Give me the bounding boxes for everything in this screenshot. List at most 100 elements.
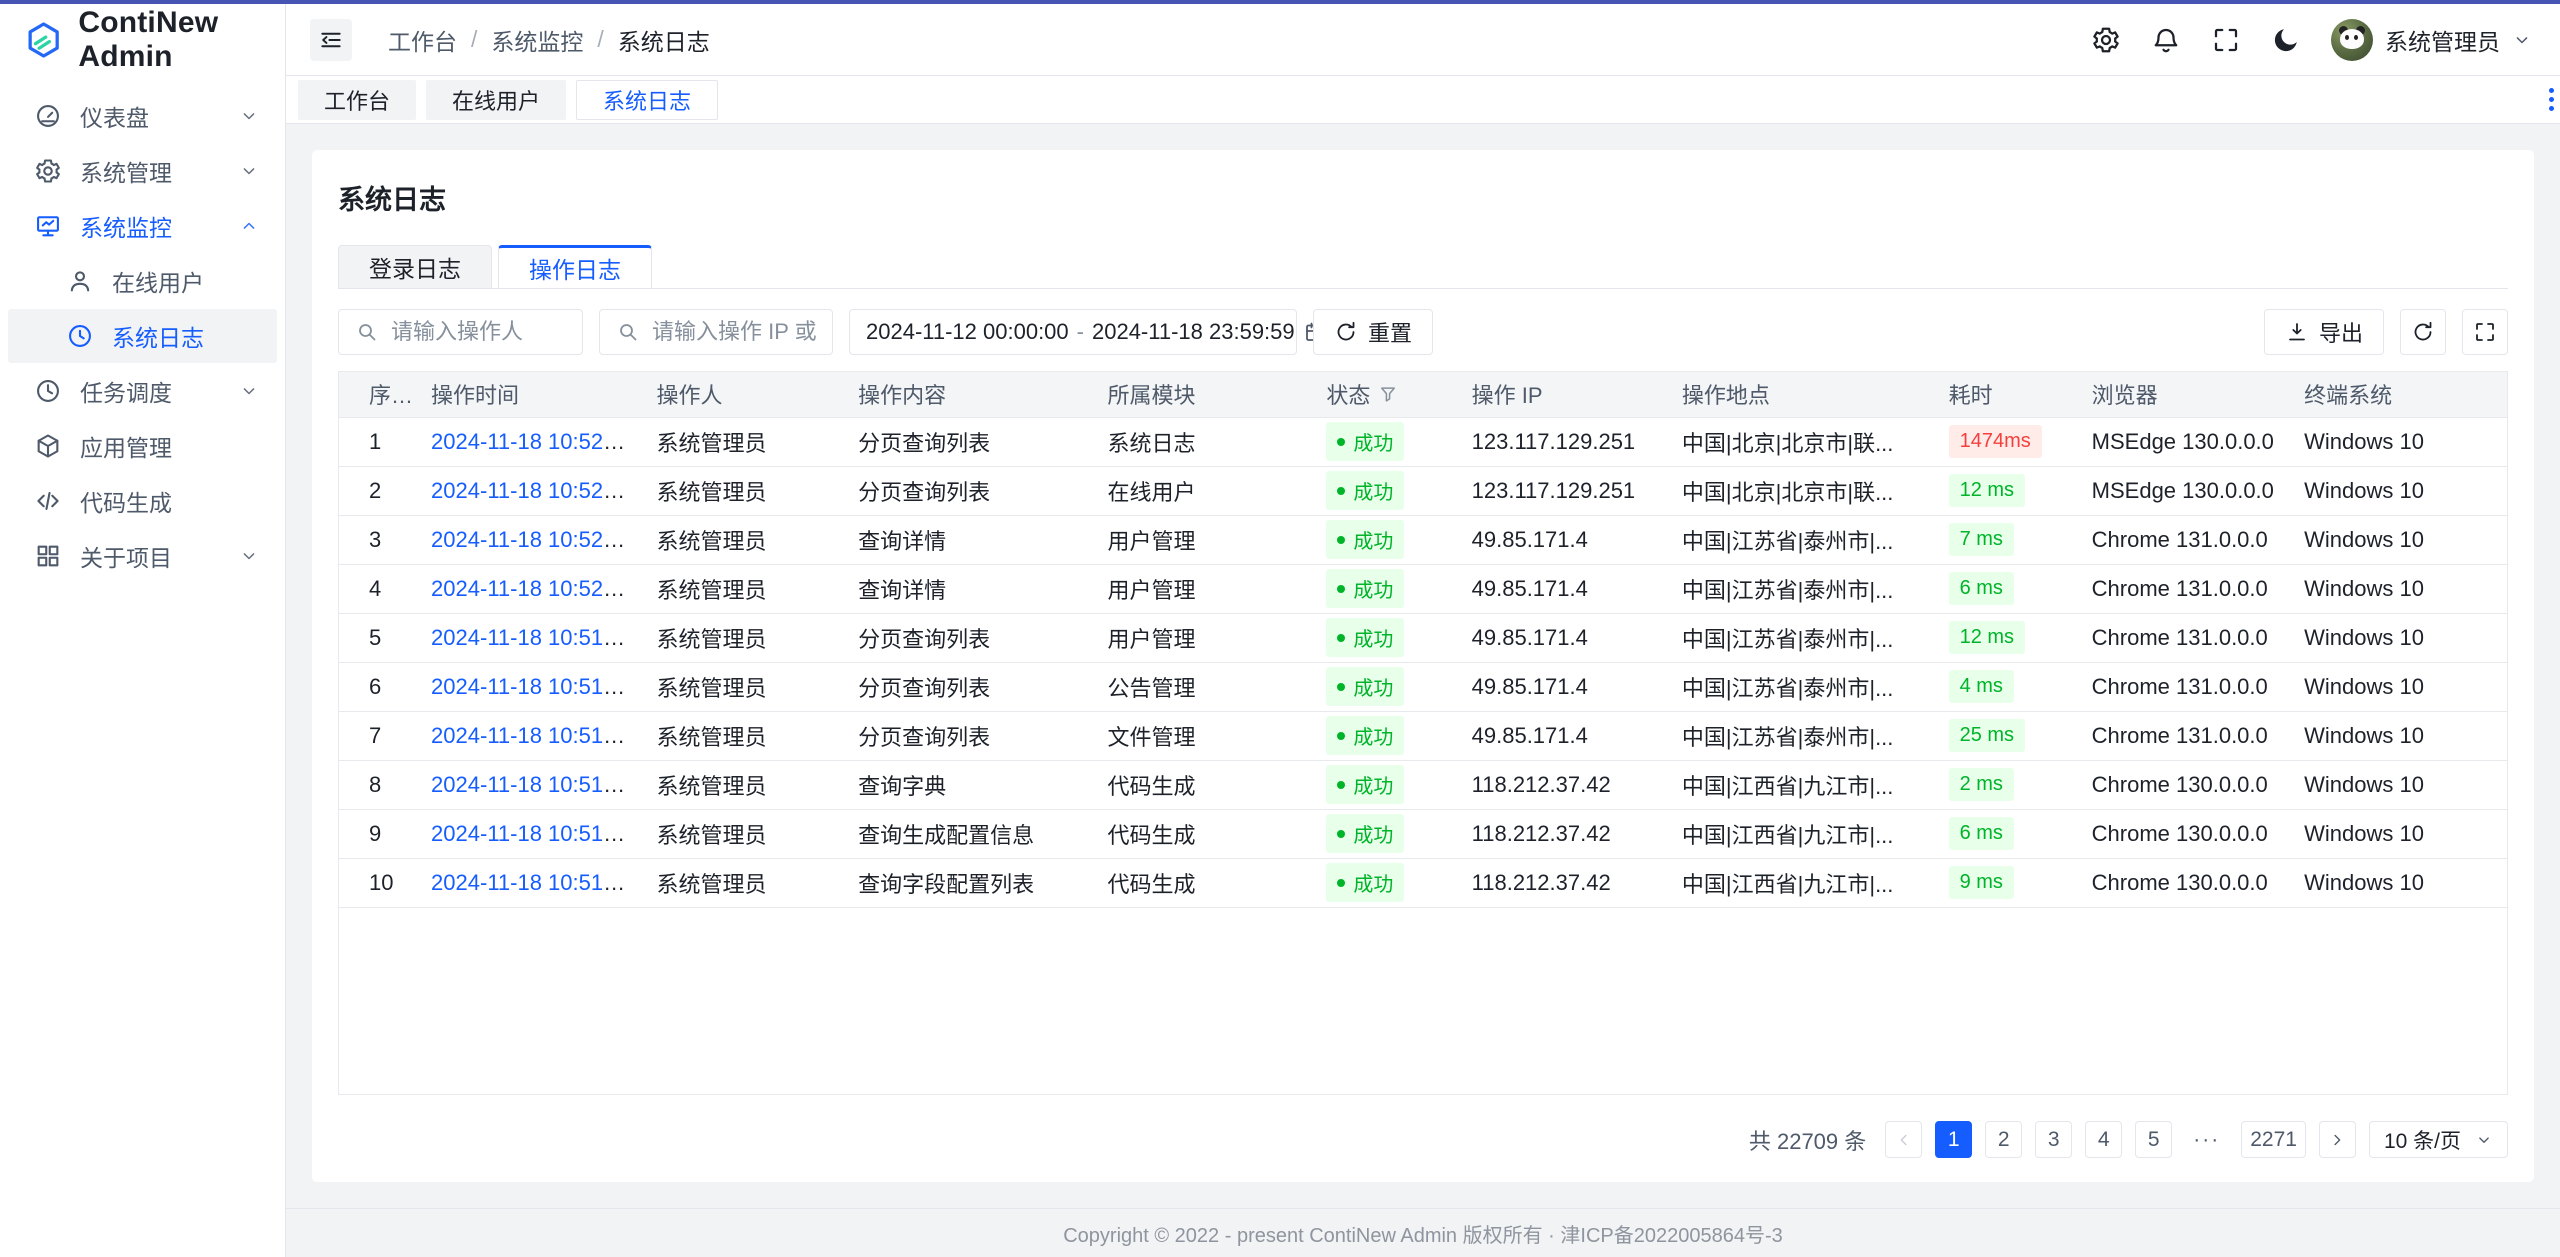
ip-search-input[interactable] bbox=[652, 319, 816, 345]
cell-location: 中国|北京|北京市|联... bbox=[1668, 466, 1935, 515]
pagination-prev-button[interactable] bbox=[1885, 1121, 1922, 1158]
sidebar-item-system-monitor[interactable]: 系统监控 bbox=[8, 199, 277, 253]
reset-button[interactable]: 重置 bbox=[1313, 309, 1433, 355]
ip-search-field[interactable] bbox=[599, 309, 833, 355]
log-time-link[interactable]: 2024-11-18 10:52:12 bbox=[431, 527, 634, 552]
refresh-icon bbox=[2411, 320, 2435, 344]
cell-location: 中国|江苏省|泰州市|... bbox=[1668, 515, 1935, 564]
pagination-next-button[interactable] bbox=[2319, 1121, 2356, 1158]
cell-module: 代码生成 bbox=[1093, 760, 1312, 809]
sidebar-item-online-users[interactable]: 在线用户 bbox=[8, 254, 277, 308]
top-tab-系统日志[interactable]: 系统日志 bbox=[576, 80, 718, 120]
sidebar-item-code-generation[interactable]: 代码生成 bbox=[8, 474, 277, 528]
user-avatar bbox=[2331, 19, 2373, 61]
pagination-page-2[interactable]: 2 bbox=[1985, 1121, 2022, 1158]
cell-index: 8 bbox=[339, 760, 417, 809]
status-label: 成功 bbox=[1353, 427, 1393, 456]
fullscreen-icon[interactable] bbox=[2211, 25, 2241, 55]
breadcrumb-item[interactable]: 工作台 bbox=[388, 23, 457, 57]
cell-module: 代码生成 bbox=[1093, 809, 1312, 858]
gear-icon bbox=[34, 157, 62, 185]
pagination-ellipsis[interactable]: ··· bbox=[2185, 1121, 2228, 1158]
chevron-down-icon bbox=[239, 546, 259, 566]
tab-actions-icon[interactable] bbox=[2549, 88, 2554, 111]
log-tab-登录日志[interactable]: 登录日志 bbox=[338, 245, 492, 288]
pagination-page-4[interactable]: 4 bbox=[2085, 1121, 2122, 1158]
cell-ip: 118.212.37.42 bbox=[1458, 809, 1668, 858]
grid-icon bbox=[34, 542, 62, 570]
sidebar-item-about-project[interactable]: 关于项目 bbox=[8, 529, 277, 583]
status-dot bbox=[1337, 781, 1345, 789]
refresh-table-button[interactable] bbox=[2400, 309, 2446, 355]
sidebar-item-task-schedule[interactable]: 任务调度 bbox=[8, 364, 277, 418]
log-time-link[interactable]: 2024-11-18 10:51:49 bbox=[431, 870, 634, 895]
sidebar-collapse-button[interactable] bbox=[310, 19, 352, 61]
log-time-link[interactable]: 2024-11-18 10:51:49 bbox=[431, 821, 634, 846]
sidebar-item-system-log[interactable]: 系统日志 bbox=[8, 309, 277, 363]
chevron-down-icon bbox=[239, 161, 259, 181]
notifications-icon[interactable] bbox=[2151, 25, 2181, 55]
status-dot bbox=[1337, 830, 1345, 838]
export-button[interactable]: 导出 bbox=[2264, 309, 2384, 355]
top-tab-在线用户[interactable]: 在线用户 bbox=[426, 80, 566, 120]
cell-time: 2024-11-18 10:51:49 bbox=[417, 858, 642, 907]
date-range-picker[interactable]: 2024-11-12 00:00:00 - 2024-11-18 23:59:5… bbox=[849, 309, 1297, 355]
pagination-page-5[interactable]: 5 bbox=[2135, 1121, 2172, 1158]
log-table: 序号 操作时间 操作人 操作内容 所属模块 状态 bbox=[339, 372, 2507, 908]
sidebar-item-dashboard[interactable]: 仪表盘 bbox=[8, 89, 277, 143]
cell-index: 2 bbox=[339, 466, 417, 515]
settings-icon[interactable] bbox=[2091, 25, 2121, 55]
log-time-link[interactable]: 2024-11-18 10:51:53 bbox=[431, 674, 634, 699]
cell-index: 7 bbox=[339, 711, 417, 760]
date-end-value[interactable]: 2024-11-18 23:59:59 bbox=[1092, 319, 1295, 345]
status-badge: 成功 bbox=[1326, 814, 1404, 853]
log-tab-操作日志[interactable]: 操作日志 bbox=[498, 245, 652, 288]
date-start-value[interactable]: 2024-11-12 00:00:00 bbox=[866, 319, 1069, 345]
operator-search-field[interactable] bbox=[338, 309, 583, 355]
sidebar-item-app-management[interactable]: 应用管理 bbox=[8, 419, 277, 473]
search-icon bbox=[355, 320, 379, 344]
status-dot bbox=[1337, 536, 1345, 544]
status-dot bbox=[1337, 487, 1345, 495]
user-menu[interactable]: 系统管理员 bbox=[2331, 19, 2532, 61]
cell-browser: Chrome 131.0.0.0 bbox=[2078, 613, 2290, 662]
header-actions: 系统管理员 bbox=[2091, 19, 2532, 61]
breadcrumb-item[interactable]: 系统监控 bbox=[491, 23, 583, 57]
dark-mode-icon[interactable] bbox=[2271, 25, 2301, 55]
cell-content: 分页查询列表 bbox=[844, 711, 1093, 760]
chevron-down-icon bbox=[239, 381, 259, 401]
log-time-link[interactable]: 2024-11-18 10:52:55 bbox=[431, 429, 634, 454]
chevron-down-icon bbox=[239, 106, 259, 126]
pagination-page-2271[interactable]: 2271 bbox=[2241, 1121, 2306, 1158]
cell-browser: Chrome 131.0.0.0 bbox=[2078, 711, 2290, 760]
breadcrumb: 工作台 / 系统监控 / 系统日志 bbox=[388, 23, 710, 57]
cell-time: 2024-11-18 10:51:55 bbox=[417, 613, 642, 662]
copyright-text: Copyright © 2022 - present ContiNew Admi… bbox=[1063, 1219, 1783, 1248]
cell-content: 分页查询列表 bbox=[844, 662, 1093, 711]
cell-os: Windows 10 bbox=[2290, 858, 2507, 907]
cell-operator: 系统管理员 bbox=[643, 662, 845, 711]
pagination-page-1[interactable]: 1 bbox=[1935, 1121, 1972, 1158]
cell-content: 查询字典 bbox=[844, 760, 1093, 809]
cell-browser: Chrome 130.0.0.0 bbox=[2078, 809, 2290, 858]
log-time-link[interactable]: 2024-11-18 10:51:52 bbox=[431, 723, 634, 748]
log-time-link[interactable]: 2024-11-18 10:52:05 bbox=[431, 576, 634, 601]
col-operator: 操作人 bbox=[643, 372, 845, 417]
status-badge: 成功 bbox=[1326, 667, 1404, 706]
status-label: 成功 bbox=[1353, 868, 1393, 897]
log-time-link[interactable]: 2024-11-18 10:51:55 bbox=[431, 625, 634, 650]
log-time-link[interactable]: 2024-11-18 10:51:50 bbox=[431, 772, 634, 797]
filter-funnel-icon[interactable] bbox=[1378, 384, 1398, 404]
page-size-select[interactable]: 10 条/页 bbox=[2369, 1121, 2508, 1158]
cell-browser: Chrome 131.0.0.0 bbox=[2078, 564, 2290, 613]
cell-operator: 系统管理员 bbox=[643, 858, 845, 907]
log-time-link[interactable]: 2024-11-18 10:52:47 bbox=[431, 478, 634, 503]
operator-search-input[interactable] bbox=[391, 319, 566, 345]
pagination-page-3[interactable]: 3 bbox=[2035, 1121, 2072, 1158]
app-logo[interactable]: ContiNew Admin bbox=[0, 4, 285, 76]
top-tab-工作台[interactable]: 工作台 bbox=[298, 80, 416, 120]
cell-status: 成功 bbox=[1312, 809, 1457, 858]
sidebar-item-system-management[interactable]: 系统管理 bbox=[8, 144, 277, 198]
cell-duration: 12 ms bbox=[1935, 613, 2078, 662]
table-fullscreen-button[interactable] bbox=[2462, 309, 2508, 355]
